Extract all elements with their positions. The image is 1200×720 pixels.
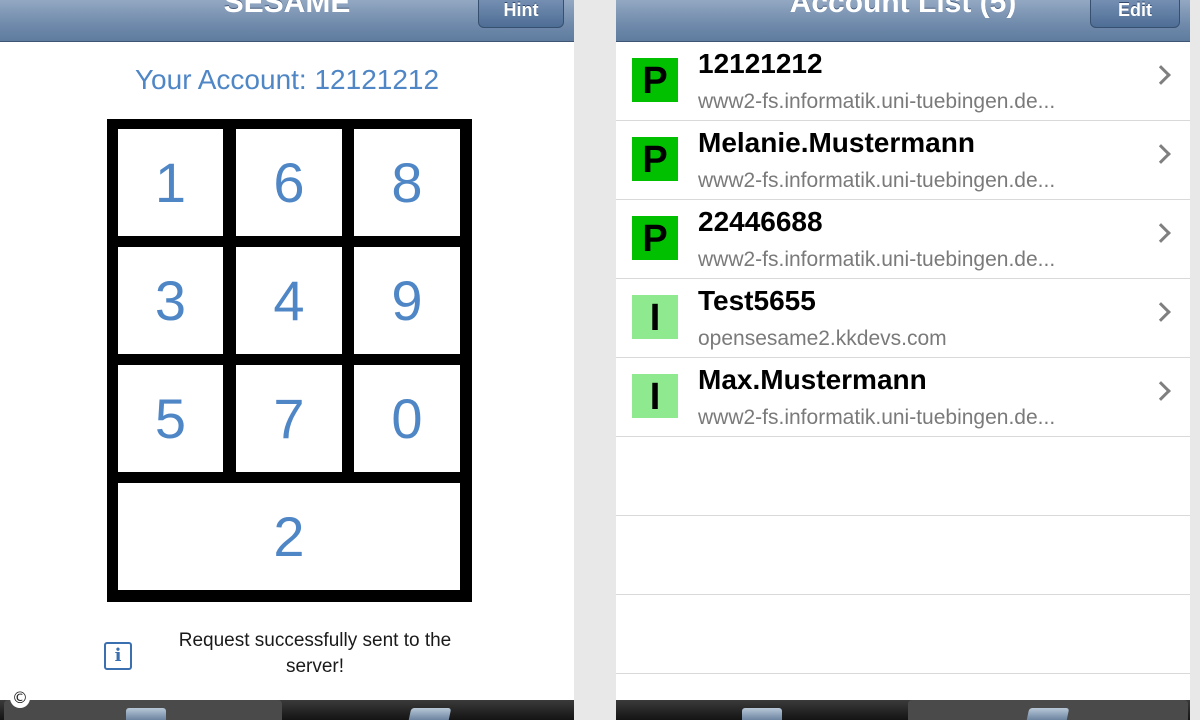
chevron-right-icon	[1151, 144, 1171, 164]
keypad-key[interactable]: 0	[354, 365, 460, 472]
list-item[interactable]: P 12121212 www2-fs.informatik.uni-tuebin…	[616, 42, 1190, 121]
edit-button[interactable]: Edit	[1090, 0, 1180, 28]
account-type-badge: P	[632, 137, 678, 181]
account-server: www2-fs.informatik.uni-tuebingen.de...	[698, 169, 1056, 192]
list-item[interactable]: I Test5655 opensesame2.kkdevs.com	[616, 279, 1190, 358]
list-item[interactable]: P 22446688 www2-fs.informatik.uni-tuebin…	[616, 200, 1190, 279]
status-text: Request successfully sent to the server!	[178, 630, 452, 677]
chevron-right-icon	[1151, 223, 1171, 243]
account-type-badge: P	[632, 58, 678, 102]
tab-keypad[interactable]	[4, 700, 282, 720]
account-name: Max.Mustermann	[698, 364, 927, 395]
keypad-key-wide[interactable]: 2	[118, 483, 460, 590]
tab-bar	[616, 700, 1190, 720]
account-server: opensesame2.kkdevs.com	[698, 327, 947, 350]
chevron-right-icon	[1151, 381, 1171, 401]
account-server: www2-fs.informatik.uni-tuebingen.de...	[698, 406, 1056, 429]
keypad-key[interactable]: 7	[236, 365, 342, 472]
list-item[interactable]: I Max.Mustermann www2-fs.informatik.uni-…	[616, 358, 1190, 437]
keypad-key[interactable]: 8	[354, 129, 460, 236]
account-list-screen: Account List (5) Edit P 12121212 www2-fs…	[616, 0, 1190, 720]
account-name: 22446688	[698, 206, 823, 237]
account-type-badge: P	[632, 216, 678, 260]
info-icon: i	[104, 642, 132, 670]
empty-row	[616, 516, 1190, 595]
keypad-key[interactable]: 1	[118, 129, 223, 236]
keypad: 1 6 8 3 4 9 5 7 0 2	[107, 119, 472, 602]
account-name: Melanie.Mustermann	[698, 127, 975, 158]
empty-row	[616, 437, 1190, 516]
keypad-key[interactable]: 3	[118, 247, 223, 354]
navigation-bar: Account List (5) Edit	[616, 0, 1190, 42]
chevron-right-icon	[1151, 65, 1171, 85]
keypad-tab-icon	[742, 708, 782, 720]
account-label: Your Account: 12121212	[134, 64, 440, 95]
keypad-key[interactable]: 4	[236, 247, 342, 354]
empty-row	[616, 595, 1190, 674]
accounts-tab-icon	[1026, 708, 1070, 720]
copyright-mark: ©	[10, 688, 30, 708]
tab-bar	[0, 700, 574, 720]
chevron-right-icon	[1151, 302, 1171, 322]
account-type-badge: I	[632, 374, 678, 418]
hint-button[interactable]: Hint	[478, 0, 564, 28]
tab-accounts[interactable]	[908, 700, 1188, 720]
keypad-tab-icon	[126, 708, 166, 720]
status-message: i Request successfully sent to the serve…	[104, 628, 484, 680]
sesame-screen: SESAME Hint Your Account: 12121212 1 6 8…	[0, 0, 574, 720]
tab-keypad[interactable]	[620, 700, 904, 720]
account-name: 12121212	[698, 48, 823, 79]
keypad-key[interactable]: 5	[118, 365, 223, 472]
navigation-bar: SESAME Hint	[0, 0, 574, 42]
keypad-key[interactable]: 6	[236, 129, 342, 236]
account-name: Test5655	[698, 285, 816, 316]
tab-accounts[interactable]	[290, 700, 570, 720]
account-list: P 12121212 www2-fs.informatik.uni-tuebin…	[616, 42, 1190, 674]
accounts-tab-icon	[408, 708, 452, 720]
keypad-key[interactable]: 9	[354, 247, 460, 354]
list-item[interactable]: P Melanie.Mustermann www2-fs.informatik.…	[616, 121, 1190, 200]
account-server: www2-fs.informatik.uni-tuebingen.de...	[698, 248, 1056, 271]
account-server: www2-fs.informatik.uni-tuebingen.de...	[698, 90, 1056, 113]
account-type-badge: I	[632, 295, 678, 339]
